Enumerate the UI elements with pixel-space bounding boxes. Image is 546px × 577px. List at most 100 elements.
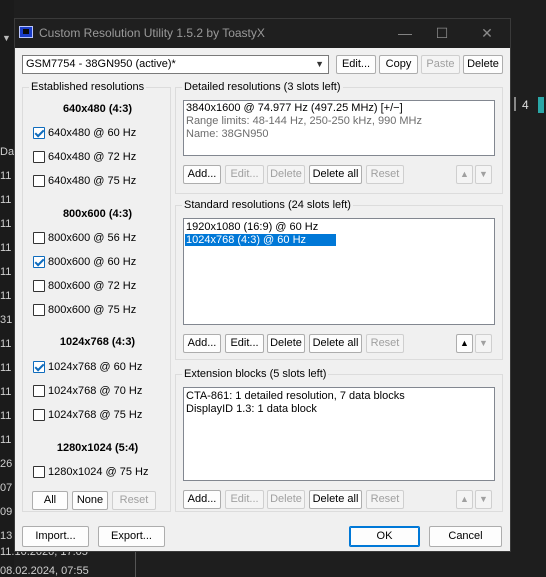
bg-cell: 31: [0, 314, 13, 326]
bg-divider: [135, 552, 136, 577]
extension-delete-button[interactable]: Delete: [267, 490, 305, 509]
bg-cell: 11: [0, 242, 12, 254]
ok-button[interactable]: OK: [349, 526, 420, 547]
export-button[interactable]: Export...: [98, 526, 165, 547]
list-item[interactable]: 1920x1080 (16:9) @ 60 Hz: [186, 221, 318, 233]
checkbox-label: 800x600 @ 56 Hz: [48, 232, 137, 244]
monitor-edit-button[interactable]: Edit...: [336, 55, 376, 74]
checkbox-box[interactable]: [33, 361, 45, 373]
bg-cell: 11: [0, 338, 12, 350]
established-resolutions-group: Established resolutions 640x480 (4:3) 64…: [22, 81, 171, 512]
monitor-select[interactable]: GSM7754 - 38GN950 (active)* ▼: [22, 55, 329, 74]
list-item: Range limits: 48-144 Hz, 250-250 kHz, 99…: [186, 115, 422, 127]
maximize-button[interactable]: ☐: [427, 23, 457, 43]
established-reset-button[interactable]: Reset: [112, 491, 156, 510]
detailed-reset-button[interactable]: Reset: [366, 165, 404, 184]
established-label: Established resolutions: [29, 81, 147, 93]
list-item[interactable]: CTA-861: 1 detailed resolution, 7 data b…: [186, 390, 405, 402]
extension-edit-button[interactable]: Edit...: [225, 490, 264, 509]
detailed-add-button[interactable]: Add...: [183, 165, 221, 184]
bg-cell: 11: [0, 266, 12, 278]
detailed-move-up-button[interactable]: ▲: [456, 165, 473, 184]
title-bar[interactable]: Custom Resolution Utility 1.5.2 by Toast…: [15, 19, 510, 48]
monitor-delete-button[interactable]: Delete: [463, 55, 503, 74]
standard-move-down-button[interactable]: ▼: [475, 334, 492, 353]
bg-column-header: Da: [0, 146, 15, 158]
checkbox-box[interactable]: [33, 256, 45, 268]
checkbox-label: 640x480 @ 75 Hz: [48, 175, 137, 187]
standard-delete-button[interactable]: Delete: [267, 334, 305, 353]
detailed-edit-button[interactable]: Edit...: [225, 165, 264, 184]
bg-cell: 11: [0, 362, 12, 374]
checkbox-box[interactable]: [33, 127, 45, 139]
list-item-selected[interactable]: 1024x768 (4:3) @ 60 Hz: [185, 234, 336, 246]
detailed-list[interactable]: 3840x1600 @ 74.977 Hz (497.25 MHz) [+/−]…: [183, 100, 495, 156]
bg-cell: 11: [0, 194, 12, 206]
checkbox-box[interactable]: [33, 409, 45, 421]
checkbox-box[interactable]: [33, 466, 45, 478]
app-monitor-icon: [19, 26, 33, 38]
standard-add-button[interactable]: Add...: [183, 334, 221, 353]
list-item: Name: 38GN950: [186, 128, 269, 140]
standard-edit-button[interactable]: Edit...: [225, 334, 264, 353]
bg-divider: [514, 97, 516, 111]
import-button[interactable]: Import...: [22, 526, 89, 547]
standard-move-up-button[interactable]: ▲: [456, 334, 473, 353]
extension-move-down-button[interactable]: ▼: [475, 490, 492, 509]
checkbox-box[interactable]: [33, 232, 45, 244]
extension-list[interactable]: CTA-861: 1 detailed resolution, 7 data b…: [183, 387, 495, 481]
extension-delete-all-button[interactable]: Delete all: [309, 490, 362, 509]
checkbox-label: 800x600 @ 75 Hz: [48, 304, 137, 316]
window-title: Custom Resolution Utility 1.5.2 by Toast…: [39, 26, 265, 40]
monitor-copy-button[interactable]: Copy: [379, 55, 418, 74]
checkbox-label: 640x480 @ 72 Hz: [48, 151, 137, 163]
detailed-delete-button[interactable]: Delete: [267, 165, 305, 184]
detailed-label: Detailed resolutions (3 slots left): [182, 81, 343, 93]
chevron-down-icon: ▼: [315, 59, 324, 69]
checkbox-label: 800x600 @ 60 Hz: [48, 256, 137, 268]
monitor-select-value: GSM7754 - 38GN950 (active)*: [26, 58, 176, 70]
chevron-down-icon: ▼: [2, 33, 11, 43]
standard-resolutions-group: Standard resolutions (24 slots left) 192…: [175, 199, 503, 360]
cru-window: Custom Resolution Utility 1.5.2 by Toast…: [14, 18, 511, 552]
detailed-move-down-button[interactable]: ▼: [475, 165, 492, 184]
minimize-button[interactable]: —: [390, 23, 420, 43]
monitor-paste-button[interactable]: Paste: [421, 55, 460, 74]
bg-cell: 13: [0, 530, 13, 542]
extension-blocks-group: Extension blocks (5 slots left) CTA-861:…: [175, 368, 503, 512]
checkbox-box[interactable]: [33, 175, 45, 187]
close-button[interactable]: ✕: [472, 23, 502, 43]
group-heading: 640x480 (4:3): [62, 103, 133, 115]
bg-digit: 4: [522, 98, 529, 112]
detailed-delete-all-button[interactable]: Delete all: [309, 165, 362, 184]
checkbox-box[interactable]: [33, 385, 45, 397]
extension-reset-button[interactable]: Reset: [366, 490, 404, 509]
select-none-button[interactable]: None: [72, 491, 108, 510]
extension-add-button[interactable]: Add...: [183, 490, 221, 509]
checkbox-label: 1024x768 @ 75 Hz: [48, 409, 143, 421]
bg-cell: 11: [0, 434, 12, 446]
group-heading: 800x600 (4:3): [62, 208, 133, 220]
list-item[interactable]: DisplayID 1.3: 1 data block: [186, 403, 317, 415]
bg-cell: 26: [0, 458, 13, 470]
checkbox-label: 1280x1024 @ 75 Hz: [48, 466, 149, 478]
cancel-button[interactable]: Cancel: [429, 526, 502, 547]
standard-reset-button[interactable]: Reset: [366, 334, 404, 353]
checkbox-box[interactable]: [33, 151, 45, 163]
select-all-button[interactable]: All: [32, 491, 68, 510]
checkbox-box[interactable]: [33, 280, 45, 292]
arrow-up-icon: ▲: [460, 169, 469, 179]
checkbox-label: 800x600 @ 72 Hz: [48, 280, 137, 292]
extension-move-up-button[interactable]: ▲: [456, 490, 473, 509]
background-app-strip: Da 11 11 11 11 11 11 31 11 11 11 11 11 2…: [0, 0, 14, 577]
bg-cell: 11: [0, 290, 12, 302]
bg-cell: 09: [0, 506, 13, 518]
bg-timestamp: 08.02.2024, 07:55: [0, 565, 89, 577]
list-item[interactable]: 3840x1600 @ 74.977 Hz (497.25 MHz) [+/−]: [186, 102, 403, 114]
checkbox-box[interactable]: [33, 304, 45, 316]
standard-list[interactable]: 1920x1080 (16:9) @ 60 Hz 1024x768 (4:3) …: [183, 218, 495, 325]
standard-label: Standard resolutions (24 slots left): [182, 199, 353, 211]
standard-delete-all-button[interactable]: Delete all: [309, 334, 362, 353]
bg-cell: 11: [0, 218, 12, 230]
arrow-down-icon: ▼: [479, 494, 488, 504]
